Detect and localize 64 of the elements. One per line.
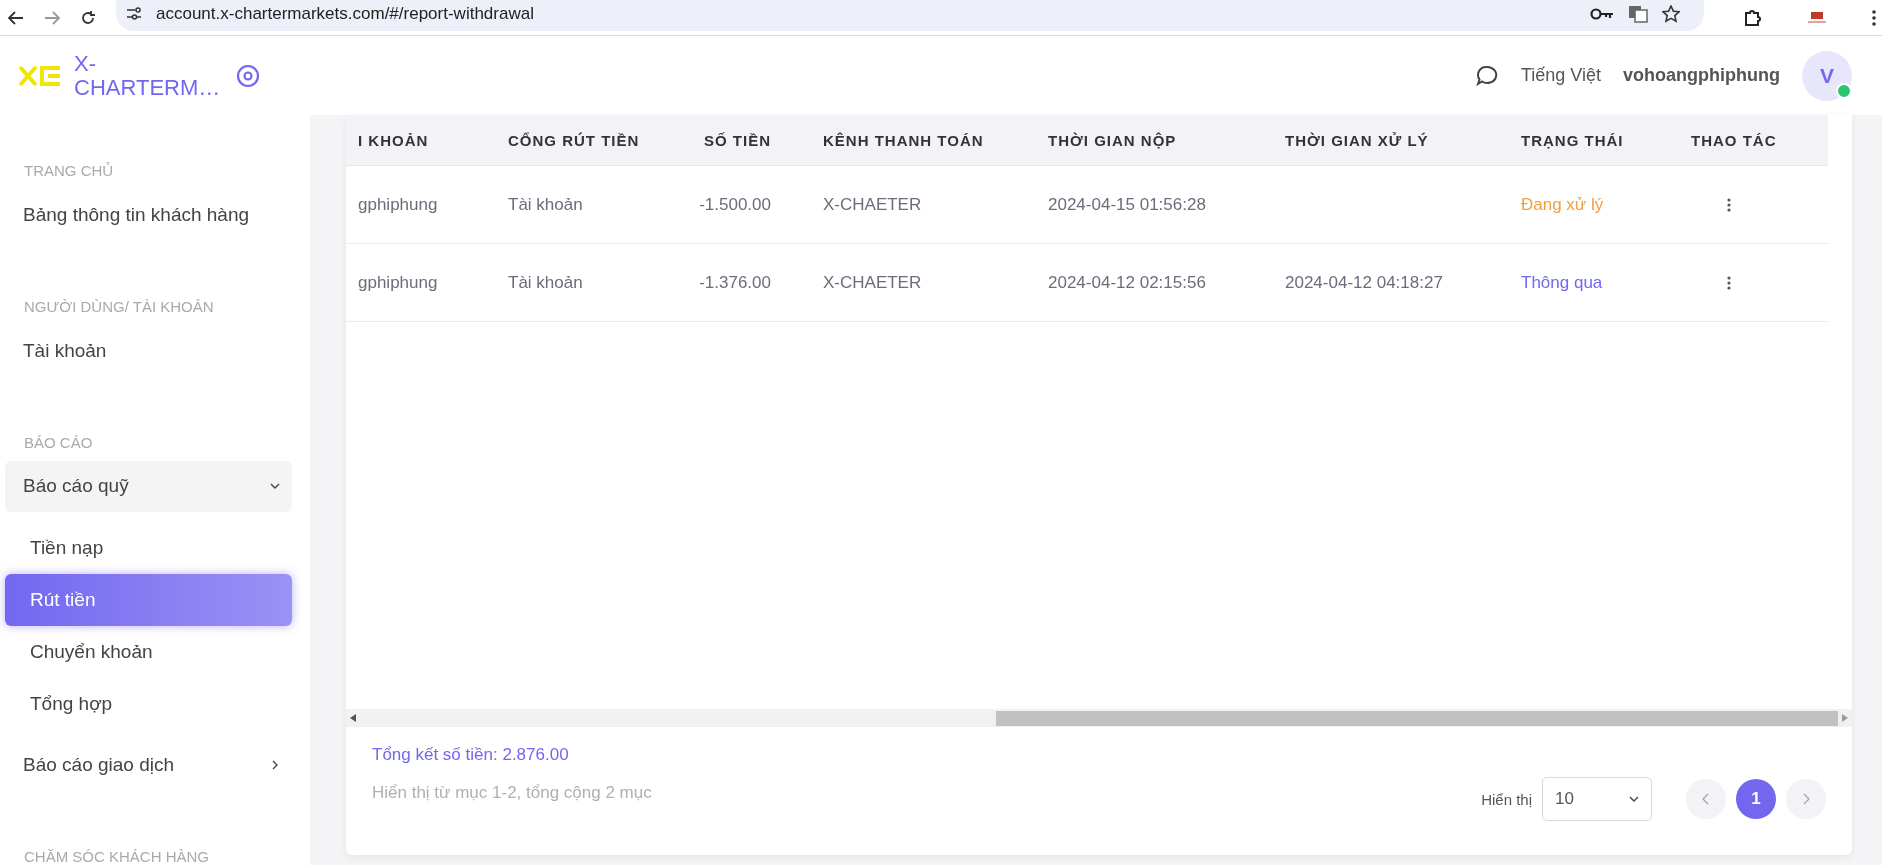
sidebar-subitem[interactable]: Chuyển khoản <box>5 625 292 678</box>
reload-icon[interactable] <box>80 9 96 26</box>
table-cell: X-CHAETER <box>823 272 922 293</box>
total-value: 2.876.00 <box>502 745 569 764</box>
chat-icon[interactable] <box>1474 63 1499 88</box>
total-label: Tổng kết số tiền: <box>372 745 498 764</box>
column-header: SỐ TIỀN <box>703 130 772 151</box>
back-icon[interactable] <box>8 10 24 25</box>
sidebar-subitem[interactable]: Tiền nạp <box>5 522 292 575</box>
page-size-select[interactable]: 10 <box>1542 777 1652 821</box>
table-cell: gphiphung <box>358 272 438 293</box>
site-info-icon[interactable] <box>126 6 142 21</box>
address-bar[interactable]: account.x-chartermarkets.com/#/report-withdrawal <box>116 0 1704 31</box>
column-header: THỜI GIAN NỘP <box>1047 130 1178 151</box>
status-text: Đang xử lý <box>1521 194 1604 215</box>
language-selector[interactable]: Tiếng Việt <box>1520 65 1602 86</box>
column-header: CỔNG RÚT TIỀN <box>507 130 641 151</box>
table-cell: 2024-04-12 02:15:56 <box>1048 272 1206 293</box>
logo-icon <box>18 63 62 88</box>
column-header: THỜI GIAN XỬ LÝ <box>1284 130 1430 151</box>
target-icon[interactable] <box>236 63 260 88</box>
column-header: TRẠNG THÁI <box>1520 130 1625 151</box>
section-heading: NGƯỜI DÙNG/ TÀI KHOẢN <box>23 297 215 315</box>
page-button[interactable]: 1 <box>1736 779 1776 819</box>
column-header: I KHOẢN <box>357 130 430 151</box>
url-text: account.x-chartermarkets.com/#/report-withdrawal <box>156 3 534 24</box>
section-heading: BÁO CÁO <box>23 432 94 451</box>
extension-icon[interactable] <box>1744 8 1762 27</box>
scrollbar-thumb[interactable] <box>995 710 1838 726</box>
brand-name: X-CHARTERM… <box>74 51 222 100</box>
more-options-icon[interactable] <box>1727 275 1731 290</box>
table-cell: X-CHAETER <box>823 194 922 215</box>
menu-icon[interactable] <box>1872 9 1876 26</box>
table-cell: Tài khoản <box>508 194 583 215</box>
more-options-icon[interactable] <box>1727 197 1731 212</box>
username[interactable]: vohoangphiphung <box>1623 65 1780 86</box>
sidebar-item[interactable]: Báo cáo quỹ <box>5 460 292 513</box>
key-icon[interactable] <box>1590 7 1614 20</box>
page-size-label: Hiển thị <box>1481 790 1532 808</box>
sidebar-item[interactable]: Tài khoản <box>5 325 292 377</box>
table-cell: gphiphung <box>358 194 438 215</box>
scroll-left-icon[interactable] <box>350 714 356 722</box>
status-text: Thông qua <box>1521 272 1603 293</box>
chevron-left-icon <box>1702 793 1710 805</box>
sidebar-item[interactable]: Báo cáo giao dịch <box>5 739 292 792</box>
table-cell: 2024-04-15 01:56:28 <box>1048 194 1206 215</box>
translate-icon[interactable] <box>1628 4 1648 23</box>
chevron-right-icon <box>1802 793 1810 805</box>
sidebar-subitem[interactable]: Rút tiền <box>5 574 292 626</box>
forward-icon[interactable] <box>44 10 60 25</box>
star-icon[interactable] <box>1662 4 1680 23</box>
section-heading: CHĂM SÓC KHÁCH HÀNG <box>23 846 211 865</box>
section-heading: TRANG CHỦ <box>23 161 115 180</box>
pagination-summary: Hiển thị từ mục 1-2, tổng cộng 2 mục <box>372 783 652 803</box>
sidebar-item[interactable]: Bảng thông tin khách hàng <box>5 189 292 242</box>
table-cell: -1.500.00 <box>699 194 771 215</box>
chevron-icon <box>270 760 280 771</box>
sidebar-subitem[interactable]: Tổng hợp <box>5 677 292 730</box>
table-cell: 2024-04-12 04:18:27 <box>1285 272 1443 293</box>
table-cell: -1.376.00 <box>699 272 771 293</box>
chevron-down-icon <box>1629 796 1639 802</box>
column-header: KÊNH THANH TOÁN <box>822 130 985 151</box>
table-cell: Tài khoản <box>508 272 583 293</box>
column-header: THAO TÁC <box>1690 130 1778 151</box>
